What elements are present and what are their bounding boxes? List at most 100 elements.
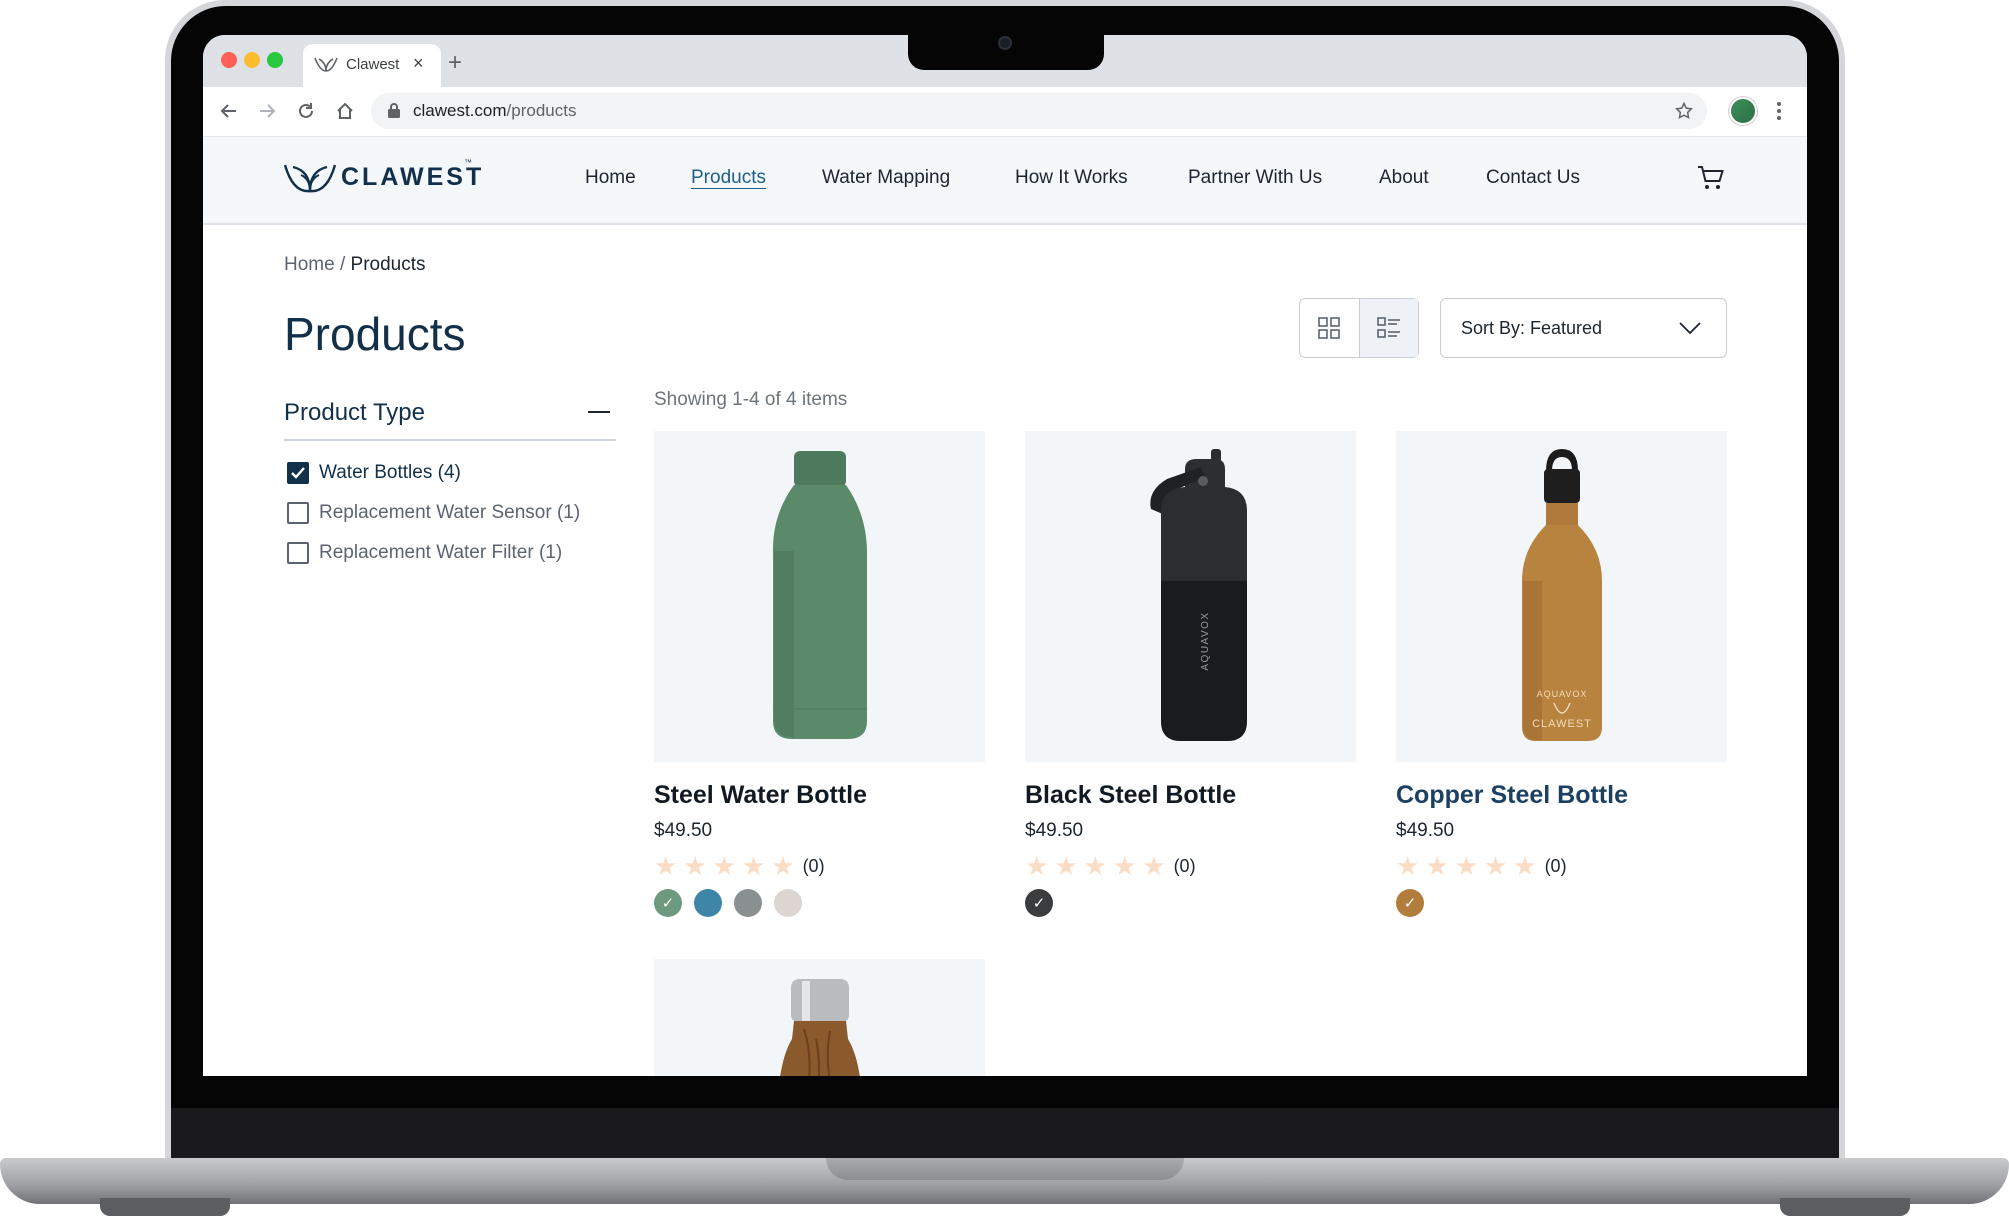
- checkmark-icon: [291, 467, 305, 479]
- breadcrumb: Home / Products: [284, 254, 426, 276]
- filter-checkbox-water-bottles[interactable]: [287, 462, 309, 484]
- wood-bottle-image: [780, 979, 860, 1076]
- tab-close-icon[interactable]: ×: [413, 53, 424, 74]
- forward-icon[interactable]: [257, 101, 277, 121]
- view-toggle: [1299, 298, 1419, 358]
- product-image-black-steel-bottle[interactable]: AQUAVOX: [1025, 431, 1356, 762]
- nav-home[interactable]: Home: [585, 167, 636, 189]
- product-rating: ★ ★ ★ ★ ★ (0): [1025, 853, 1196, 879]
- product-image-copper-steel-bottle[interactable]: AQUAVOX CLAWEST: [1396, 431, 1727, 762]
- filter-checkbox-water-filter[interactable]: [287, 542, 309, 564]
- star-icon: ★: [1396, 851, 1420, 881]
- reload-icon[interactable]: [296, 101, 316, 121]
- profile-avatar[interactable]: [1729, 97, 1757, 125]
- minimize-window-icon[interactable]: [244, 52, 260, 68]
- list-view-icon: [1376, 317, 1400, 338]
- filter-label-water-bottles[interactable]: Water Bottles (4): [319, 462, 461, 484]
- bookmark-star-icon[interactable]: [1674, 101, 1694, 121]
- filter-label-water-sensor[interactable]: Replacement Water Sensor (1): [319, 502, 580, 524]
- trademark-mark: ™: [464, 158, 472, 167]
- star-icon: ★: [1025, 851, 1049, 881]
- lock-icon: [388, 103, 400, 118]
- screen: Clawest × + clawest.com/products CLAWEST…: [203, 35, 1807, 1076]
- star-icon: ★: [1454, 851, 1478, 881]
- browser-menu-icon[interactable]: [1776, 101, 1782, 121]
- product-rating: ★ ★ ★ ★ ★ (0): [1396, 853, 1567, 879]
- product-name[interactable]: Steel Water Bottle: [654, 781, 867, 810]
- product-image-wood-bottle[interactable]: [654, 959, 985, 1076]
- filter-checkbox-water-sensor[interactable]: [287, 502, 309, 524]
- cart-icon[interactable]: [1697, 165, 1725, 191]
- star-icon: ★: [1483, 851, 1508, 881]
- nav-about[interactable]: About: [1379, 167, 1429, 189]
- laptop-foot: [1780, 1198, 1910, 1216]
- star-icon: ★: [683, 851, 707, 881]
- color-swatch-green[interactable]: ✓: [654, 889, 682, 917]
- product-rating: ★ ★ ★ ★ ★ (0): [654, 853, 825, 879]
- filter-title: Product Type: [284, 399, 425, 426]
- nav-contact-us[interactable]: Contact Us: [1486, 167, 1580, 189]
- bottle-brand-text: AQUAVOX: [1537, 689, 1588, 699]
- logo-icon[interactable]: [283, 161, 337, 195]
- laptop-foot: [100, 1198, 230, 1216]
- home-icon[interactable]: [335, 101, 355, 121]
- star-icon: ★: [1054, 851, 1078, 881]
- page-title: Products: [284, 308, 466, 360]
- product-price: $49.50: [1396, 820, 1455, 841]
- color-swatch-blue[interactable]: [694, 889, 722, 917]
- grid-view-icon: [1318, 317, 1341, 339]
- nav-how-it-works[interactable]: How It Works: [1015, 167, 1128, 189]
- tab-title: Clawest: [346, 56, 400, 73]
- star-icon: ★: [741, 851, 766, 881]
- url-text[interactable]: clawest.com/products: [413, 101, 576, 121]
- maximize-window-icon[interactable]: [267, 52, 283, 68]
- bottle-logo-text: CLAWEST: [1532, 718, 1592, 730]
- product-name[interactable]: Black Steel Bottle: [1025, 781, 1236, 810]
- url-domain: clawest.com: [413, 101, 507, 120]
- grid-view-button[interactable]: [1300, 299, 1359, 357]
- color-swatch-black[interactable]: ✓: [1025, 889, 1053, 917]
- star-icon: ★: [1513, 851, 1537, 881]
- color-swatch-gray[interactable]: [734, 889, 762, 917]
- product-image-steel-water-bottle[interactable]: [654, 431, 985, 762]
- black-bottle-image: AQUAVOX: [1150, 449, 1247, 741]
- star-icon: ★: [1425, 851, 1449, 881]
- laptop-opening-groove: [826, 1158, 1184, 1180]
- star-icon: ★: [1142, 851, 1166, 881]
- back-icon[interactable]: [219, 101, 239, 121]
- camera-icon: [998, 36, 1012, 50]
- favicon-icon: [314, 57, 338, 72]
- nav-partner-with-us[interactable]: Partner With Us: [1188, 167, 1322, 189]
- star-icon: ★: [654, 851, 678, 881]
- results-count: Showing 1-4 of 4 items: [654, 389, 848, 410]
- nav-water-mapping[interactable]: Water Mapping: [822, 167, 950, 189]
- breadcrumb-separator: /: [334, 254, 351, 275]
- color-swatch-copper[interactable]: ✓: [1396, 889, 1424, 917]
- product-price: $49.50: [654, 820, 713, 841]
- laptop-chin: [171, 1108, 1839, 1160]
- filter-label-water-filter[interactable]: Replacement Water Filter (1): [319, 542, 562, 564]
- close-window-icon[interactable]: [221, 52, 237, 68]
- green-bottle-image: [772, 451, 867, 739]
- star-icon: ★: [771, 851, 795, 881]
- url-path: /products: [506, 101, 577, 120]
- rating-count: (0): [802, 855, 825, 876]
- chevron-down-icon: [1679, 322, 1701, 335]
- new-tab-icon[interactable]: +: [448, 49, 462, 77]
- logo-text[interactable]: CLAWEST: [341, 163, 484, 192]
- breadcrumb-current: Products: [350, 254, 426, 275]
- rating-count: (0): [1173, 855, 1196, 876]
- product-name[interactable]: Copper Steel Bottle: [1396, 781, 1628, 810]
- breadcrumb-home[interactable]: Home: [284, 254, 335, 275]
- sort-select-value: Sort By: Featured: [1461, 318, 1603, 338]
- list-view-button[interactable]: [1358, 299, 1418, 357]
- filter-divider: [284, 439, 616, 441]
- copper-bottle-image: AQUAVOX CLAWEST: [1522, 449, 1602, 741]
- color-swatch-beige[interactable]: [774, 889, 802, 917]
- star-icon: ★: [1112, 851, 1137, 881]
- star-icon: ★: [1083, 851, 1107, 881]
- collapse-filter-icon[interactable]: [588, 411, 610, 413]
- nav-products[interactable]: Products: [691, 167, 766, 189]
- star-icon: ★: [712, 851, 736, 881]
- rating-count: (0): [1544, 855, 1567, 876]
